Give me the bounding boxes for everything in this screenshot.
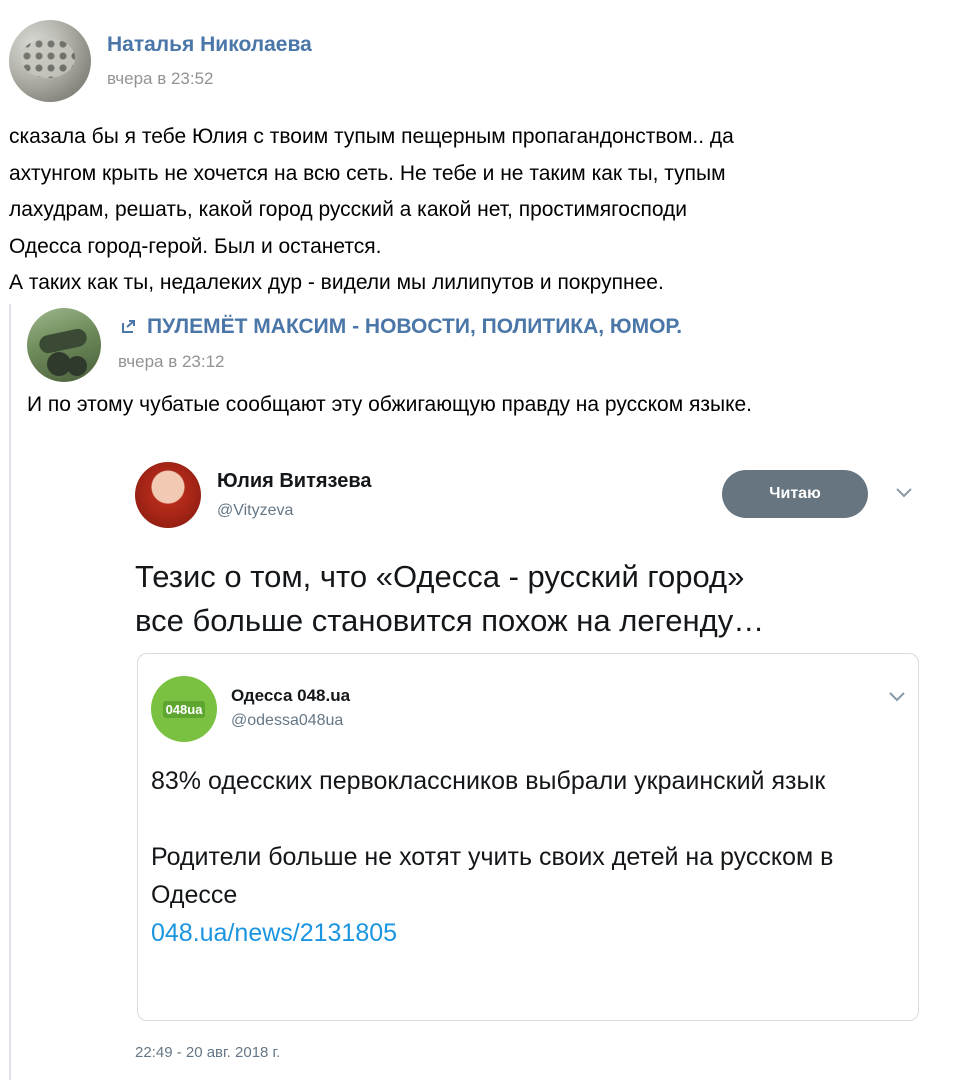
quoted-line-1: 83% одесских первоклассников выбрали укр… (151, 767, 826, 795)
follow-button: Читаю (722, 470, 868, 518)
post-time[interactable]: вчера в 23:52 (107, 69, 214, 89)
quoted-link: 048.ua/news/2131805 (151, 919, 398, 947)
quoted-author-handle: @odessa048ua (231, 712, 344, 729)
author-avatar[interactable] (9, 20, 91, 102)
repost-text: И по этому чубатые сообщают эту обжигающ… (27, 393, 753, 416)
tweet-screenshot: Юлия Витязева @Vityzeva Читаю Тезис о то… (135, 460, 935, 1075)
quoted-author-name: Одесса 048.ua (231, 686, 351, 705)
tweet-text: Тезис о том, что «Одесса - русский город… (135, 559, 765, 638)
quoted-text: 83% одесских первоклассников выбрали укр… (151, 762, 911, 952)
tweet-author-name: Юлия Витязева (217, 470, 372, 492)
quoted-line-2: Родители больше не хотят учить своих дет… (151, 843, 834, 909)
repost-author[interactable]: ПУЛЕМЁТ МАКСИМ - НОВОСТИ, ПОЛИТИКА, ЮМОР… (147, 315, 682, 339)
author-name[interactable]: Наталья Николаева (107, 33, 312, 57)
repost-time[interactable]: вчера в 23:12 (118, 352, 225, 372)
repost-avatar[interactable] (27, 308, 101, 382)
chevron-down-icon (896, 488, 912, 498)
chevron-down-icon (889, 692, 905, 702)
quoted-tweet: 048ua Одесса 048.ua @odessa048ua 83% оде… (137, 653, 919, 1021)
repost-arrow-icon (122, 320, 135, 333)
post-text: сказала бы я тебе Юлия с твоим тупым пещ… (9, 125, 734, 294)
repost-divider (9, 304, 11, 1080)
quoted-avatar-logo: 048ua (162, 700, 206, 718)
tweet-author-handle: @Vityzeva (217, 502, 294, 519)
post-header: Наталья Николаева вчера в 23:52 (9, 20, 959, 104)
tweet-date: 22:49 - 20 авг. 2018 г. (135, 1044, 281, 1061)
tweet-avatar (135, 462, 201, 528)
quoted-avatar: 048ua (151, 676, 217, 742)
